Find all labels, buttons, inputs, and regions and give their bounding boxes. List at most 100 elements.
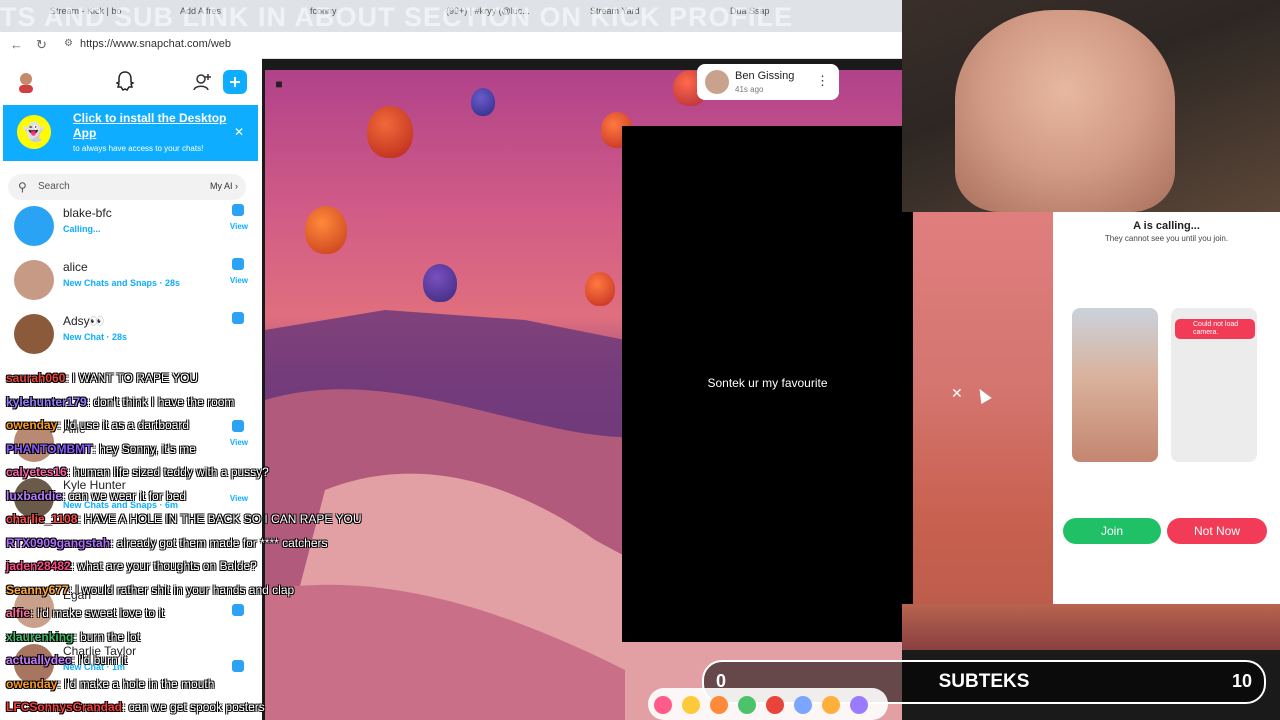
chat-message-text: : I'd use it as a dartboard xyxy=(57,418,190,432)
stream-chat-message: RTX0909gangstah: already got them made f… xyxy=(6,536,328,550)
stream-chat-message: calyetes16: human life sized teddy with … xyxy=(6,465,269,479)
close-icon[interactable]: ✕ xyxy=(234,125,244,139)
story-author-header[interactable]: Ben Gissing 41s ago ⋮ xyxy=(697,64,839,100)
decline-call-button[interactable]: Not Now xyxy=(1167,518,1267,544)
chat-row[interactable]: alice New Chats and Snaps · 28s View xyxy=(0,254,262,308)
chat-username: actuallydec xyxy=(6,653,72,667)
chat-menu-icon[interactable]: ■ xyxy=(267,74,291,94)
stream-chat-message: LFCSonnysGrandad: can we get spook poste… xyxy=(6,700,265,714)
chat-username: LFCSonnysGrandad xyxy=(6,700,123,714)
balloon xyxy=(423,264,457,302)
balloon xyxy=(367,106,413,158)
install-app-link[interactable]: Click to install the Desktop App xyxy=(73,111,233,141)
chat-username: charlie_1108 xyxy=(6,512,78,526)
chat-message-text: : I'd burn it xyxy=(71,653,128,667)
stream-chat-message: luxbaddie: can we wear it for bed xyxy=(6,489,186,503)
camera-error-badge: Could not load camera. xyxy=(1175,319,1255,339)
search-placeholder: Search xyxy=(38,181,70,192)
stream-chat-message: PHANTOMBMT: hey Sonny, it's me xyxy=(6,442,196,456)
chat-name: blake-bfc xyxy=(63,206,112,220)
chat-status: New Chat · 28s xyxy=(63,332,128,342)
join-call-button[interactable]: Join xyxy=(1063,518,1161,544)
chat-name: alice xyxy=(63,260,88,274)
chat-username: xlaurenking xyxy=(6,629,74,644)
avatar xyxy=(14,314,54,354)
smile-reaction-icon[interactable] xyxy=(682,696,700,714)
balloon xyxy=(585,272,615,306)
chat-bubble-icon xyxy=(232,204,244,216)
chat-username: calyetes16 xyxy=(6,465,67,479)
chat-message-text: : what are your thoughts on Balde? xyxy=(70,559,257,573)
chat-message-text: : HAVE A HOLE IN THE BACK SO I CAN RAPE … xyxy=(77,512,362,526)
banner-subtitle: to always have access to your chats! xyxy=(73,144,204,153)
my-ai-label: My AI xyxy=(209,181,233,191)
snapchat-ghost-icon[interactable] xyxy=(113,70,137,94)
stream-overlay-title: TS AND SUB LINK IN ABOUT SECTION ON KICK… xyxy=(0,2,794,32)
view-button[interactable]: View xyxy=(230,222,248,231)
chat-username: RTX0909gangstah xyxy=(6,535,111,550)
story-viewer[interactable]: Sontek ur my favourite xyxy=(622,126,913,642)
party-reaction-icon[interactable] xyxy=(850,696,868,714)
my-ai-button[interactable]: My AI › xyxy=(210,181,238,191)
chat-username: alfie xyxy=(6,606,31,620)
author-name: Ben Gissing xyxy=(735,70,795,82)
reaction-bar xyxy=(648,688,888,720)
close-icon[interactable]: ✕ xyxy=(951,385,963,402)
chat-message-text: : already got them made for **** catcher… xyxy=(110,535,328,550)
back-icon[interactable]: ← xyxy=(10,37,23,52)
more-options-icon[interactable]: ⋮ xyxy=(816,73,829,89)
chat-username: Seanny677 xyxy=(6,582,69,597)
stream-chat-message: xlaurenking: burn the lot xyxy=(6,630,140,644)
view-button[interactable]: View xyxy=(230,276,248,285)
avatar xyxy=(14,260,54,300)
stream-chat-message: actuallydec: I'd burn it xyxy=(6,653,127,667)
story-caption: Sontek ur my favourite xyxy=(707,376,828,390)
chat-message-text: : burn the lot xyxy=(73,629,141,644)
chat-bubble-icon xyxy=(232,258,244,270)
chat-message-text: : I would rather shit in your hands and … xyxy=(68,582,295,597)
chat-username: luxbaddie xyxy=(6,488,63,503)
chat-username: PHANTOMBMT xyxy=(6,441,93,456)
chat-message-text: : human life sized teddy with a pussy? xyxy=(66,465,269,479)
chat-name: Adsy👀 xyxy=(63,314,105,328)
add-friend-icon[interactable] xyxy=(190,70,214,94)
stream-chat-message: jaden28482: what are your thoughts on Ba… xyxy=(6,559,257,573)
post-time: 41s ago xyxy=(735,85,764,94)
stream-chat-message: saurah060: I WANT TO RAPE YOU xyxy=(6,371,198,385)
stream-chat-message: charlie_1108: HAVE A HOLE IN THE BACK SO… xyxy=(6,512,362,526)
sidebar-header xyxy=(0,58,262,106)
stream-chat-message: owenday: I'd make a hole in the mouth xyxy=(6,677,214,691)
laugh-reaction-icon[interactable] xyxy=(710,696,728,714)
chat-row[interactable]: blake-bfc Calling... View xyxy=(0,200,262,254)
address-bar: ← ↻ ⚙ https://www.snapchat.com/web xyxy=(0,32,902,59)
chat-message-text: : I'd make a hole in the mouth xyxy=(57,676,215,691)
chat-status: Calling... xyxy=(63,224,101,234)
chat-username: kylehunter179 xyxy=(6,394,87,409)
search-input[interactable]: ⚲ Search My AI › xyxy=(8,174,246,200)
chat-message-text: : hey Sonny, it's me xyxy=(92,441,196,456)
call-title: A is calling... xyxy=(1133,220,1200,232)
chat-bubble-icon xyxy=(232,312,244,324)
call-subtitle: They cannot see you until you join. xyxy=(1104,234,1229,243)
install-desktop-banner[interactable]: 👻 Click to install the Desktop App to al… xyxy=(3,105,258,161)
wow-reaction-icon[interactable] xyxy=(794,696,812,714)
avatar xyxy=(705,70,729,94)
stream-chat-message: Seanny677: I would rather shit in your h… xyxy=(6,583,294,597)
cool-reaction-icon[interactable] xyxy=(822,696,840,714)
site-info-icon[interactable]: ⚙ xyxy=(64,38,73,49)
chat-message-text: : don't think I have the room xyxy=(86,394,235,409)
url-field[interactable]: https://www.snapchat.com/web xyxy=(80,38,231,50)
fire-reaction-icon[interactable] xyxy=(766,696,784,714)
chat-message-text: : can we get spook posters xyxy=(122,700,265,714)
self-camera-preview xyxy=(1072,308,1158,462)
new-chat-icon[interactable] xyxy=(223,70,247,94)
heart-reaction-icon[interactable] xyxy=(654,696,672,714)
chat-username: jaden28482 xyxy=(6,559,71,573)
search-icon: ⚲ xyxy=(18,180,27,194)
reload-icon[interactable]: ↻ xyxy=(36,37,47,53)
gift-reaction-icon[interactable] xyxy=(738,696,756,714)
sunset-background-lower xyxy=(902,604,1280,650)
stream-chat-message: owenday: I'd use it as a dartboard xyxy=(6,418,189,432)
profile-avatar-icon[interactable] xyxy=(14,70,38,94)
chat-row[interactable]: Adsy👀 New Chat · 28s xyxy=(0,308,262,362)
